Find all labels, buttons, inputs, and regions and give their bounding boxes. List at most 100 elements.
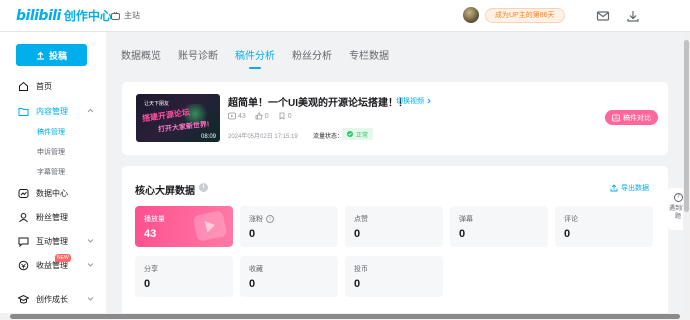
sidebar-item-label: 互动管理 — [36, 236, 68, 246]
horizontal-scroll-thumb[interactable] — [10, 314, 680, 319]
core-data-title: 核心大屏数据 — [135, 186, 195, 197]
likes-stat: 0 — [255, 112, 269, 120]
top-header: bilibili 创作中心 主站 成为UP主的第86天 — [0, 0, 690, 32]
metric-label: 点赞 — [354, 216, 368, 223]
sidebar-item-content[interactable]: 内容管理 — [18, 104, 98, 118]
metric-label-text: 涨粉 — [249, 216, 263, 223]
chevron-up-icon — [87, 108, 94, 113]
metric-value: 0 — [564, 228, 571, 240]
coin-icon — [18, 260, 29, 271]
metric-card-plays[interactable]: 播放量 43 — [135, 206, 233, 247]
sidebar-item-home[interactable]: 首页 — [18, 79, 98, 93]
likes-count: 0 — [264, 112, 269, 120]
metric-value: 0 — [354, 278, 361, 290]
upload-icon — [36, 51, 44, 60]
home-link[interactable]: 主站 — [111, 10, 140, 21]
video-duration: 08:09 — [200, 134, 216, 140]
sidebar-item-interaction[interactable]: 互动管理 — [18, 234, 98, 248]
download-icon[interactable] — [626, 9, 640, 23]
question-icon[interactable]: i — [266, 215, 274, 223]
thumbnail-text: 让天下朋友 — [144, 101, 170, 107]
export-data-button[interactable]: 导出数据 — [610, 183, 649, 193]
logo-subtitle: 创作中心 — [63, 9, 112, 23]
chevron-right-icon — [427, 98, 431, 104]
metric-card-favorites[interactable]: 收藏 0 — [240, 256, 338, 297]
chevron-down-icon — [87, 263, 94, 267]
publish-date: 2024年05月02日 17:15:19 — [228, 134, 298, 140]
core-data-panel: 核心大屏数据 i 导出数据 播放量 43 涨粉 i 0 点赞 0 弹幕 0 评论 … — [122, 166, 668, 320]
metric-value: 43 — [144, 228, 157, 240]
tab-overview[interactable]: 数据概览 — [121, 47, 161, 62]
home-icon — [18, 81, 29, 92]
vertical-scrollbar[interactable] — [683, 32, 690, 314]
export-label: 导出数据 — [621, 185, 649, 192]
play-icon — [228, 112, 236, 120]
play-decoration-icon — [192, 210, 228, 242]
metric-value: 0 — [249, 228, 256, 240]
metric-card-coins[interactable]: 投币 0 — [345, 256, 443, 297]
info-icon[interactable]: i — [199, 183, 208, 192]
video-card: 让天下朋友 搭建开源论坛 打开大家新世界! 08:09 超简单！一个UI美观的开… — [122, 82, 668, 155]
sidebar-item-label: 数据中心 — [36, 188, 68, 198]
views-stat: 43 — [228, 112, 246, 120]
sidebar-item-fans[interactable]: 粉丝管理 — [18, 210, 98, 224]
sidebar-sub-item-subtitles[interactable]: 字幕管理 — [37, 167, 65, 177]
tab-account-diagnosis[interactable]: 账号诊断 — [178, 47, 218, 62]
metric-card-shares[interactable]: 分享 0 — [135, 256, 233, 297]
up-days-badge[interactable]: 成为UP主的第86天 — [485, 8, 565, 23]
new-badge: NEW — [55, 254, 71, 262]
compare-button[interactable]: 稿件对比 — [605, 110, 658, 125]
compare-label: 稿件对比 — [623, 114, 651, 122]
post-button[interactable]: 投稿 — [16, 44, 87, 66]
logo[interactable]: bilibili 创作中心 — [16, 7, 112, 24]
chat-icon — [18, 236, 29, 247]
sidebar-item-label: 首页 — [36, 81, 52, 91]
metric-label: 投币 — [354, 266, 368, 273]
metric-value: 0 — [459, 228, 466, 240]
thumbnail-text: 打开大家新世界! — [157, 121, 210, 134]
metric-value: 0 — [144, 278, 151, 290]
tab-fans-analysis[interactable]: 粉丝分析 — [292, 47, 332, 62]
chevron-down-icon — [87, 297, 94, 301]
check-icon — [347, 131, 353, 137]
folder-icon — [18, 106, 29, 117]
sidebar-item-label: 创作成长 — [36, 294, 68, 304]
metric-label: 收藏 — [249, 266, 263, 273]
metric-card-new-fans[interactable]: 涨粉 i 0 — [240, 206, 338, 247]
metric-value: 0 — [249, 278, 256, 290]
video-thumbnail[interactable]: 让天下朋友 搭建开源论坛 打开大家新世界! 08:09 — [136, 94, 220, 142]
switch-video-link[interactable]: 切换视频 — [396, 96, 432, 106]
metric-label: 涨粉 i — [249, 214, 274, 224]
mail-icon[interactable] — [596, 9, 610, 23]
chevron-down-icon — [87, 239, 94, 243]
cap-icon — [18, 294, 29, 305]
user-icon — [18, 212, 29, 223]
question-icon: ? — [673, 193, 683, 202]
logo-text: bilibili — [16, 7, 61, 24]
bookmark-icon — [279, 112, 285, 120]
post-label: 投稿 — [48, 50, 67, 61]
vertical-scroll-thumb[interactable] — [684, 40, 689, 212]
metric-card-comments[interactable]: 评论 0 — [555, 206, 653, 247]
tv-icon — [111, 11, 120, 20]
analysis-tabs: 数据概览 账号诊断 稿件分析 粉丝分析 专栏数据 — [121, 47, 389, 69]
flow-status-text: 正常 — [356, 132, 369, 139]
views-count: 43 — [238, 112, 246, 120]
sidebar-item-data-center[interactable]: 数据中心 — [18, 186, 98, 200]
tab-column-data[interactable]: 专栏数据 — [349, 47, 389, 62]
metric-card-danmaku[interactable]: 弹幕 0 — [450, 206, 548, 247]
flow-status-label: 流量状态： — [313, 134, 344, 140]
metric-card-likes[interactable]: 点赞 0 — [345, 206, 443, 247]
sidebar-sub-item-manuscripts[interactable]: 稿件管理 — [37, 127, 65, 137]
sidebar-item-label: 内容管理 — [36, 106, 68, 116]
video-stats: 43 0 0 — [228, 112, 301, 120]
sidebar-item-growth[interactable]: 创作成长 — [18, 292, 98, 306]
horizontal-scrollbar[interactable] — [0, 313, 690, 320]
video-title[interactable]: 超简单！一个UI美观的开源论坛搭建！！ — [228, 94, 408, 109]
switch-video-label: 切换视频 — [396, 98, 424, 105]
metric-label: 播放量 — [144, 216, 165, 223]
sidebar-sub-item-appeals[interactable]: 申诉管理 — [37, 147, 65, 157]
avatar[interactable] — [463, 7, 479, 23]
tab-manuscript-analysis[interactable]: 稿件分析 — [235, 47, 275, 69]
flow-status-badge: 正常 — [342, 128, 374, 140]
